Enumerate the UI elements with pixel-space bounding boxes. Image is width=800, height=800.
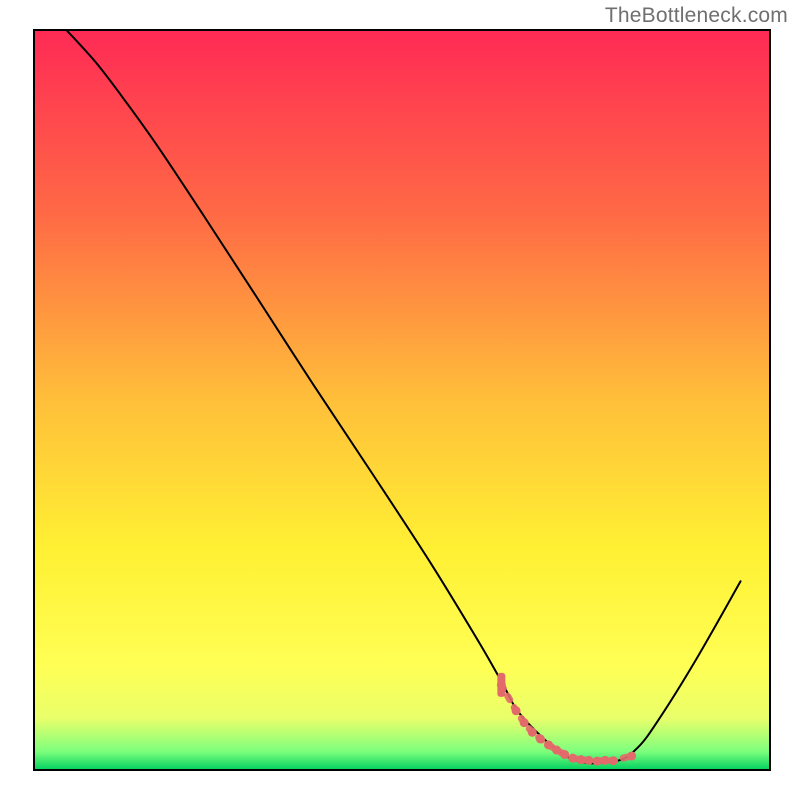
- watermark-label: TheBottleneck.com: [605, 4, 788, 28]
- plot-background: [34, 30, 770, 770]
- chart-svg: [0, 0, 800, 800]
- chart-stage: TheBottleneck.com: [0, 0, 800, 800]
